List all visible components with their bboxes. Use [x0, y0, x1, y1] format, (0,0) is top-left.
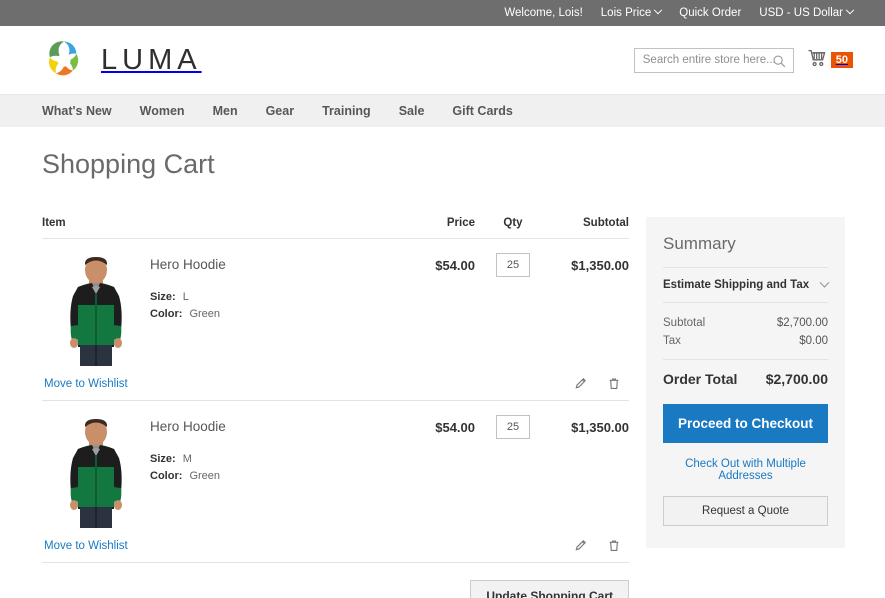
pencil-edit-icon[interactable] — [574, 538, 588, 553]
header-actions: 50 — [633, 47, 853, 73]
summary-subtotal-label: Subtotal — [663, 317, 706, 329]
move-to-wishlist-link[interactable]: Move to Wishlist — [44, 378, 128, 390]
cart-footer-actions: Update Shopping Cart — [42, 563, 629, 598]
row-action-icons — [574, 376, 629, 391]
request-a-quote-button[interactable]: Request a Quote — [663, 496, 828, 526]
trash-delete-icon[interactable] — [607, 376, 621, 391]
option-value-size: M — [182, 453, 192, 465]
column-header-qty: Qty — [503, 217, 523, 229]
product-thumbnail[interactable] — [42, 414, 150, 528]
row-action-icons — [574, 538, 629, 553]
currency-switcher-label: USD - US Dollar — [759, 7, 843, 19]
summary-tax-value: $0.00 — [799, 335, 828, 347]
product-name-link[interactable]: Hero Hoodie — [150, 419, 399, 434]
product-name-link[interactable]: Hero Hoodie — [150, 257, 399, 272]
cart-table-header: Item Price Qty Subtotal — [42, 217, 629, 239]
quick-order-link[interactable]: Quick Order — [679, 7, 741, 19]
estimate-shipping-and-tax-toggle[interactable]: Estimate Shipping and Tax — [663, 268, 830, 303]
search-icon[interactable] — [772, 54, 786, 73]
cell-qty — [475, 252, 551, 366]
cell-subtotal: $1,350.00 — [571, 258, 629, 273]
product-thumbnail[interactable] — [42, 252, 150, 366]
option-value-color: Green — [189, 470, 221, 483]
order-total-label: Order Total — [663, 371, 738, 387]
summary-title: Summary — [663, 234, 828, 268]
minicart-button[interactable]: 50 — [807, 49, 853, 72]
nav-item-whats-new[interactable]: What's New — [42, 104, 112, 118]
nav-item-training[interactable]: Training — [322, 104, 371, 118]
welcome-message: Welcome, Lois! — [504, 7, 583, 19]
nav-item-gear[interactable]: Gear — [266, 104, 295, 118]
option-label-color: Color: — [150, 470, 183, 483]
column-header-price: Price — [446, 217, 475, 229]
cell-price: $54.00 — [435, 420, 475, 435]
product-details: Hero Hoodie Size: L Color: Green — [150, 252, 399, 366]
nav-item-women[interactable]: Women — [140, 104, 185, 118]
shopping-cart-icon — [807, 49, 828, 72]
nav-item-gift-cards[interactable]: Gift Cards — [452, 104, 512, 118]
multiple-addresses-link[interactable]: Check Out with Multiple Addresses — [663, 458, 828, 482]
summary-subtotal-row: Subtotal $2,700.00 — [663, 314, 828, 332]
summary-totals: Subtotal $2,700.00 Tax $0.00 Order Total… — [663, 303, 828, 390]
option-label-size: Size: — [150, 291, 176, 303]
cell-qty — [475, 414, 551, 528]
order-total-value: $2,700.00 — [765, 371, 828, 387]
main-navigation: What's New Women Men Gear Training Sale … — [0, 94, 885, 127]
product-option-color: Color: Green — [150, 306, 399, 323]
summary-tax-row: Tax $0.00 — [663, 332, 828, 350]
cell-subtotal: $1,350.00 — [571, 420, 629, 435]
page-body: Shopping Cart Item Price Qty Subtotal He… — [0, 127, 885, 598]
summary-order-total-row: Order Total $2,700.00 — [663, 359, 828, 390]
option-value-size: L — [182, 291, 189, 303]
product-option-size: Size: M — [150, 451, 399, 468]
option-label-color: Color: — [150, 308, 183, 321]
search-box[interactable] — [633, 47, 794, 73]
chevron-down-icon — [654, 5, 663, 15]
chevron-down-icon — [819, 277, 830, 288]
site-header: LUMA Search entire store here... 50 — [0, 26, 885, 94]
trash-delete-icon[interactable] — [607, 538, 621, 553]
option-label-size: Size: — [150, 453, 176, 465]
luma-pinwheel-logo-icon — [42, 38, 86, 82]
quantity-input[interactable] — [496, 415, 530, 439]
summary-subtotal-value: $2,700.00 — [776, 317, 828, 329]
estimate-shipping-label: Estimate Shipping and Tax — [663, 279, 810, 291]
cell-price: $54.00 — [435, 258, 475, 273]
option-value-color: Green — [189, 308, 221, 321]
row-actions: Move to Wishlist — [42, 370, 629, 401]
currency-switcher[interactable]: USD - US Dollar — [759, 5, 855, 19]
cart-layout: Item Price Qty Subtotal Hero Hoodie Size… — [42, 217, 845, 598]
summary-tax-label: Tax — [663, 335, 681, 347]
page-title: Shopping Cart — [42, 149, 215, 179]
search-input[interactable] — [642, 54, 785, 66]
update-shopping-cart-button[interactable]: Update Shopping Cart — [470, 580, 629, 598]
table-row: Hero Hoodie Size: M Color: Green $54.00 … — [42, 401, 629, 528]
proceed-to-checkout-button[interactable]: Proceed to Checkout — [663, 404, 828, 443]
pencil-edit-icon[interactable] — [574, 376, 588, 391]
logo-wordmark: LUMA — [101, 43, 202, 76]
quantity-input[interactable] — [496, 253, 530, 277]
cart-item-count-badge: 50 — [830, 51, 853, 69]
top-utility-bar: Welcome, Lois! Lois Price Quick Order US… — [0, 0, 885, 26]
cart-table: Item Price Qty Subtotal Hero Hoodie Size… — [42, 217, 629, 598]
chevron-down-icon — [845, 5, 855, 15]
account-menu-label: Lois Price — [600, 7, 652, 19]
column-header-item: Item — [42, 217, 66, 229]
column-header-subtotal: Subtotal — [583, 217, 629, 229]
product-option-color: Color: Green — [150, 468, 399, 485]
nav-item-men[interactable]: Men — [213, 104, 238, 118]
product-option-size: Size: L — [150, 289, 399, 306]
account-menu[interactable]: Lois Price — [600, 5, 663, 19]
move-to-wishlist-link[interactable]: Move to Wishlist — [44, 540, 128, 552]
product-details: Hero Hoodie Size: M Color: Green — [150, 414, 399, 528]
table-row: Hero Hoodie Size: L Color: Green $54.00 … — [42, 239, 629, 366]
order-summary-panel: Summary Estimate Shipping and Tax Subtot… — [646, 217, 845, 548]
nav-item-sale[interactable]: Sale — [399, 104, 425, 118]
site-logo[interactable]: LUMA — [42, 38, 202, 82]
row-actions: Move to Wishlist — [42, 532, 629, 563]
